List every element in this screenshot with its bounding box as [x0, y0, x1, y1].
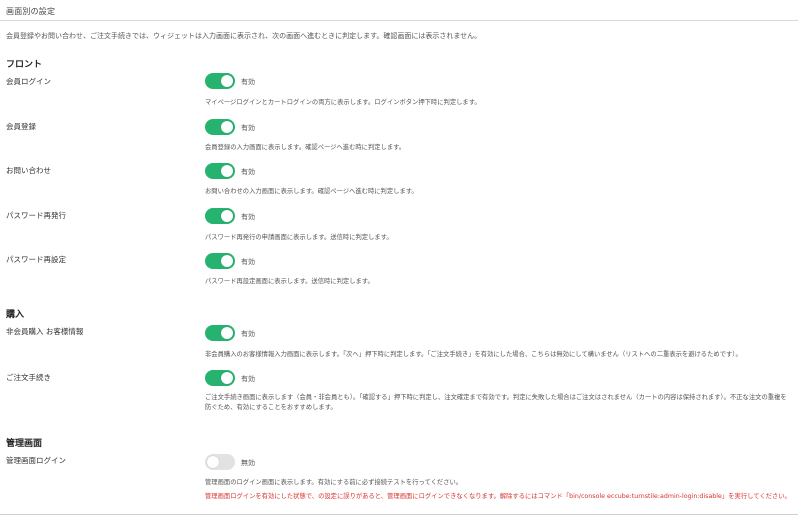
toggle-knob: [207, 456, 219, 468]
help-text-guest-purchase: 非会員購入のお客様情報入力画面に表示します。「次へ」押下時に判定します。「ご注文…: [205, 351, 742, 358]
toggle-admin-login[interactable]: [205, 454, 235, 470]
help-text-member-register: 会員登録の入力画面に表示します。確認ページへ進む時に判定します。: [205, 144, 406, 151]
toggle-knob: [221, 75, 233, 87]
toggle-knob: [221, 327, 233, 339]
page-title: 画面別の設定: [6, 7, 56, 16]
section-heading-front: フロント: [6, 60, 43, 70]
setting-label-admin-login: 管理画面ログイン: [6, 456, 66, 465]
help-text-order-procedure: ご注文手続き画面に表示します（会員・非会員とも）。「確認する」押下時に判定し、注…: [205, 394, 787, 411]
state-label-contact: 有効: [241, 168, 255, 176]
toggle-guest-purchase[interactable]: [205, 325, 235, 341]
help-text-admin-login: 管理画面のログイン画面に表示します。有効にする前に必ず接続テストを行ってください…: [205, 479, 463, 486]
toggle-knob: [221, 210, 233, 222]
setting-label-password-reissue: パスワード再発行: [6, 211, 66, 220]
state-label-member-login: 有効: [241, 78, 255, 86]
warning-text-admin-login: 管理画面ログインを有効にした状態で、の設定に誤りがあると、管理画面にログインでき…: [205, 493, 791, 500]
toggle-knob: [221, 255, 233, 267]
help-text-member-login: マイページログインとカートログインの両方に表示します。ログインボタン押下時に判定…: [205, 99, 481, 106]
toggle-order-procedure[interactable]: [205, 370, 235, 386]
state-label-password-reset: 有効: [241, 258, 255, 266]
toggle-member-register[interactable]: [205, 119, 235, 135]
setting-label-contact: お問い合わせ: [6, 166, 51, 175]
title-divider: [0, 20, 798, 21]
setting-label-member-login: 会員ログイン: [6, 77, 51, 86]
bottom-divider: [0, 514, 798, 515]
help-text-contact: お問い合わせの入力画面に表示します。確認ページへ進む時に判定します。: [205, 188, 418, 195]
state-label-member-register: 有効: [241, 124, 255, 132]
setting-label-password-reset: パスワード再設定: [6, 255, 66, 264]
state-label-guest-purchase: 有効: [241, 330, 255, 338]
section-heading-admin: 管理画面: [6, 439, 43, 449]
toggle-password-reissue[interactable]: [205, 208, 235, 224]
page-description: 会員登録やお問い合わせ、ご注文手続きでは、ウィジェットは入力画面に表示され、次の…: [6, 32, 482, 40]
section-heading-purchase: 購入: [6, 310, 25, 320]
toggle-password-reset[interactable]: [205, 253, 235, 269]
toggle-knob: [221, 372, 233, 384]
setting-label-member-register: 会員登録: [6, 122, 36, 131]
state-label-password-reissue: 有効: [241, 213, 255, 221]
toggle-knob: [221, 121, 233, 133]
setting-label-order-procedure: ご注文手続き: [6, 373, 51, 382]
toggle-member-login[interactable]: [205, 73, 235, 89]
state-label-order-procedure: 有効: [241, 375, 255, 383]
setting-label-guest-purchase: 非会員購入 お客様情報: [6, 327, 84, 336]
help-text-password-reset: パスワード再設定画面に表示します。送信時に判定します。: [205, 278, 374, 285]
toggle-knob: [221, 165, 233, 177]
help-text-password-reissue: パスワード再発行の申請画面に表示します。送信時に判定します。: [205, 234, 393, 241]
state-label-admin-login: 無効: [241, 459, 255, 467]
toggle-contact[interactable]: [205, 163, 235, 179]
